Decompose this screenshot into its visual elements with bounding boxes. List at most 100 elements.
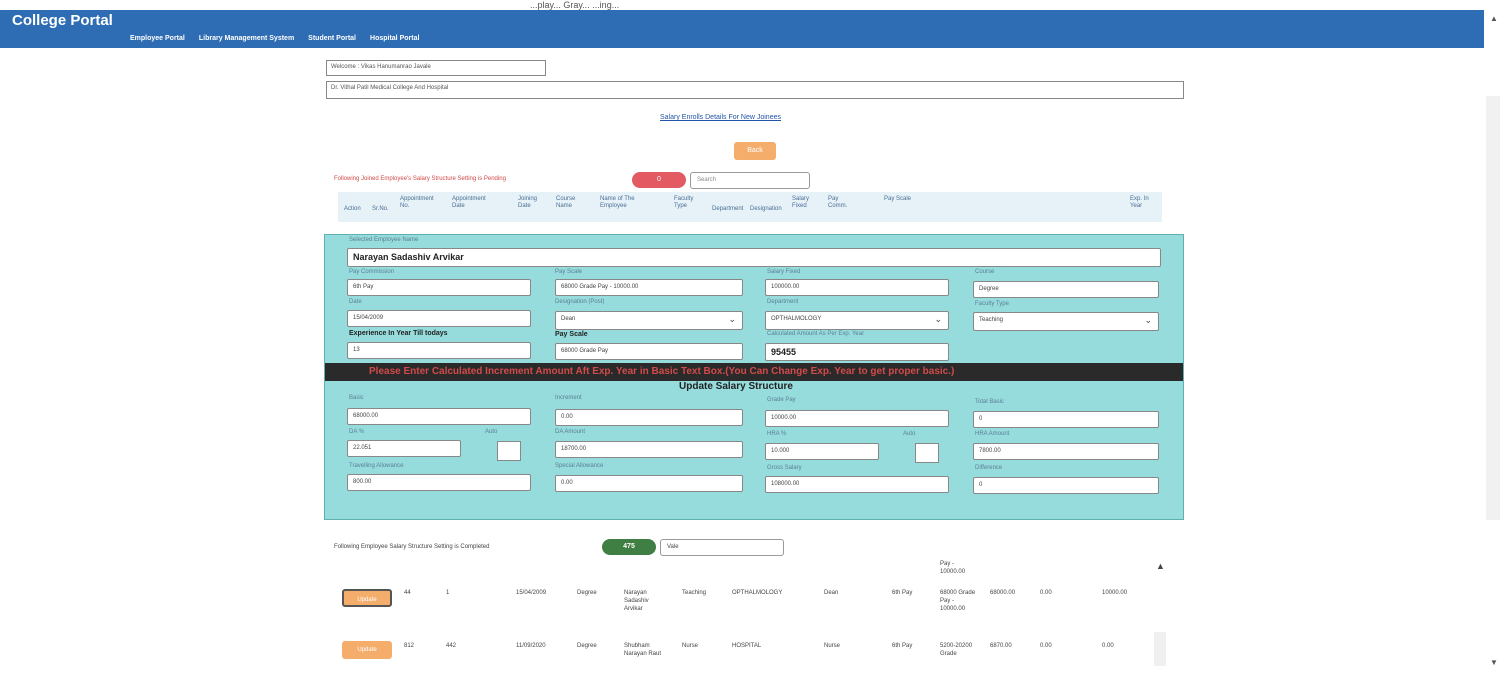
grade-pay-field[interactable]: 10000.00 xyxy=(765,410,949,427)
pending-search-input[interactable]: Search xyxy=(690,172,810,189)
designation-label: Designation (Post) xyxy=(555,299,605,305)
gross-salary-label: Gross Salary xyxy=(767,465,802,471)
faculty-type-label: Faculty Type xyxy=(975,301,1009,307)
salary-details-link[interactable]: Salary Enrolls Details For New Joinees xyxy=(660,114,781,121)
pending-heading: Following Joined Employee's Salary Struc… xyxy=(334,176,506,182)
pay-commission-field[interactable]: 6th Pay xyxy=(347,279,531,296)
faculty-type-select[interactable]: Teaching ⌄ xyxy=(973,312,1159,331)
col-appointment-date: Appointment Date xyxy=(452,196,486,209)
top-navbar: College Portal Employee Portal Library M… xyxy=(0,10,1484,48)
nav-employee-portal[interactable]: Employee Portal xyxy=(130,35,185,42)
main-nav: Employee Portal Library Management Syste… xyxy=(130,35,419,42)
top-hint-text: ...play... Gray... ...ing... xyxy=(530,0,620,10)
pay-scale2-field[interactable]: 68000 Grade Pay xyxy=(555,343,743,360)
chevron-down-icon: ⌄ xyxy=(934,314,942,324)
row1-designation: Nurse xyxy=(824,643,841,649)
row0-payscale: 68000 Grade Pay - 10000.00 xyxy=(940,590,976,612)
calculated-amount-field[interactable]: 95455 xyxy=(765,343,949,361)
scroll-up-icon[interactable]: ▲ xyxy=(1490,14,1498,23)
hra-amount-field[interactable]: 7800.00 xyxy=(973,443,1159,460)
page-scrollbar[interactable] xyxy=(1486,96,1500,520)
total-basic-field[interactable]: 0 xyxy=(973,411,1159,428)
app-title[interactable]: College Portal xyxy=(12,12,113,29)
row1-join-date: 11/09/2020 xyxy=(516,643,546,649)
designation-value: Dean xyxy=(561,316,576,322)
employee-name-field[interactable]: Narayan Sadashiv Arvikar xyxy=(347,248,1161,267)
da-amount-field[interactable]: 18700.00 xyxy=(555,441,743,458)
hra-percent-label: HRA % xyxy=(767,431,787,437)
welcome-field: Welcome : Vikas Hanumanrao Javale xyxy=(326,60,546,76)
row1-name: Shubham Narayan Raut xyxy=(624,643,662,657)
row1-grade: 0.00 xyxy=(1102,643,1114,649)
row0-course: Degree xyxy=(577,590,597,596)
row1-course: Degree xyxy=(577,643,597,649)
row0-join-date: 15/04/2009 xyxy=(516,590,547,596)
designation-select[interactable]: Dean ⌄ xyxy=(555,311,743,330)
difference-label: Difference xyxy=(975,465,1003,471)
row1-basic: 6870.00 xyxy=(990,643,1012,649)
col-salary-fixed: Salary Fixed xyxy=(792,196,810,209)
nav-library-management[interactable]: Library Management System xyxy=(199,35,294,42)
completed-search-input[interactable]: Vale xyxy=(660,539,784,556)
nav-student-portal[interactable]: Student Portal xyxy=(308,35,356,42)
row0-name: Narayan Sadashiv Arvikar xyxy=(624,590,649,612)
row0-payscale-top: Pay - 10000.00 xyxy=(940,561,966,575)
special-allowance-field[interactable]: 0.00 xyxy=(555,475,743,492)
list-scroll-up-icon[interactable]: ▲ xyxy=(1156,561,1165,571)
basic-field[interactable]: 68000.00 xyxy=(347,408,531,425)
date-field[interactable]: 15/04/2009 xyxy=(347,310,531,327)
calculated-amount-label: Calculated Amount As Per Exp. Year xyxy=(767,331,865,337)
col-department: Department xyxy=(712,206,744,212)
row1-sr: 812 xyxy=(404,643,415,649)
experience-field[interactable]: 13 xyxy=(347,342,531,359)
pending-count-badge: 0 xyxy=(632,172,686,188)
course-label: Course xyxy=(975,269,995,275)
col-employee-name: Name of The Employee xyxy=(600,196,635,209)
faculty-type-value: Teaching xyxy=(979,317,1004,323)
row0-increment: 0.00 xyxy=(1040,590,1052,596)
department-value: OPTHALMOLOGY xyxy=(771,316,822,322)
date-label: Date xyxy=(349,299,362,305)
increment-field[interactable]: 0.00 xyxy=(555,409,743,426)
completed-heading: Following Employee Salary Structure Sett… xyxy=(334,544,490,550)
list-scrollbar[interactable] xyxy=(1154,632,1166,666)
difference-field[interactable]: 0 xyxy=(973,477,1159,494)
instruction-banner: Please Enter Calculated Increment Amount… xyxy=(325,363,1183,381)
hra-amount-label: HRA Amount xyxy=(975,431,1010,437)
special-allowance-label: Special Allowance xyxy=(555,463,604,469)
gross-salary-field[interactable]: 108000.00 xyxy=(765,476,949,493)
back-button[interactable]: Back xyxy=(734,142,776,160)
row1-payscale: 5200-20200 Grade xyxy=(940,643,973,657)
pay-scale2-label: Pay Scale xyxy=(555,331,588,338)
scroll-down-icon[interactable]: ▼ xyxy=(1490,658,1498,667)
department-select[interactable]: OPTHALMOLOGY ⌄ xyxy=(765,311,949,330)
hra-percent-field[interactable]: 10.000 xyxy=(765,443,879,460)
da-amount-label: DA Amount xyxy=(555,429,586,435)
row0-paycomm: 6th Pay xyxy=(892,590,913,596)
col-pay-comm: Pay Comm. xyxy=(828,196,848,209)
row0-designation: Dean xyxy=(824,590,839,596)
da-auto-checkbox[interactable] xyxy=(497,441,521,461)
update-button-row-1[interactable]: Update xyxy=(342,641,392,659)
department-label: Department xyxy=(767,299,799,305)
salary-fixed-field[interactable]: 100000.00 xyxy=(765,279,949,296)
da-percent-field[interactable]: 22.051 xyxy=(347,440,461,457)
row1-paycomm: 6th Pay xyxy=(892,643,913,649)
row0-appt: 1 xyxy=(446,590,450,596)
hra-auto-checkbox[interactable] xyxy=(915,443,939,463)
completed-count-badge: 475 xyxy=(602,539,656,555)
basic-label: Basic xyxy=(349,395,364,401)
nav-hospital-portal[interactable]: Hospital Portal xyxy=(370,35,419,42)
course-field[interactable]: Degree xyxy=(973,281,1159,298)
col-designation: Designation xyxy=(750,206,782,212)
pay-scale-field[interactable]: 68000 Grade Pay - 10000.00 xyxy=(555,279,743,296)
travelling-allowance-field[interactable]: 800.00 xyxy=(347,474,531,491)
col-pay-scale: Pay Scale xyxy=(884,196,912,202)
row0-faculty: Teaching xyxy=(682,590,707,596)
chevron-down-icon: ⌄ xyxy=(728,314,736,324)
col-faculty-type: Faculty Type xyxy=(674,196,694,209)
row1-dept: HOSPITAL xyxy=(732,643,762,649)
pay-scale-label: Pay Scale xyxy=(555,269,583,275)
increment-label: Increment xyxy=(555,395,582,401)
update-button-row-0[interactable]: Update xyxy=(342,589,392,607)
